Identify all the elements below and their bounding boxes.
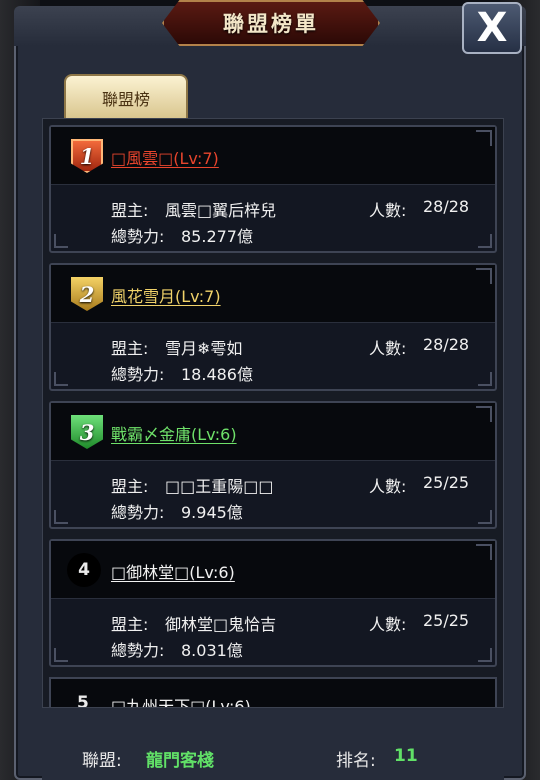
alliance-name[interactable]: 戰霸〆金庸(Lv:6): [111, 421, 237, 445]
leader-value: 御林堂□鬼恰吉: [165, 615, 277, 634]
tab-alliance-ranking[interactable]: 聯盟榜: [64, 74, 188, 122]
members-value: 25/25: [423, 473, 470, 492]
power-value: 18.486億: [181, 365, 253, 384]
my-alliance-label: 聯盟:: [82, 751, 122, 771]
corner-ornament: [54, 234, 68, 248]
leader-label: 盟主:: [111, 201, 149, 220]
members-value: 25/25: [423, 611, 470, 630]
ranking-card[interactable]: 4 □御林堂□(Lv:6) 盟主: 御林堂□鬼恰吉 人數: 25/25 總勢力:…: [49, 539, 497, 667]
leader-label: 盟主:: [111, 477, 149, 496]
power-value: 85.277億: [181, 227, 253, 246]
my-alliance-footer: 聯盟: 龍門客棧 排名: 11: [42, 722, 504, 780]
leader-value: □□王重陽□□: [165, 477, 274, 496]
close-button[interactable]: X: [462, 2, 522, 54]
ranking-card[interactable]: 1 □風雲□(Lv:7) 盟主: 風雲□翼后梓兒 人數: 28/28 總勢力: …: [49, 125, 497, 253]
power-label: 總勢力:: [111, 503, 165, 522]
corner-ornament: [478, 648, 492, 662]
ranking-card-partial[interactable]: 5 □九州天下□(Lv:6): [49, 677, 497, 708]
corner-ornament: [54, 648, 68, 662]
my-alliance-name: 龍門客棧: [146, 751, 214, 771]
leader-label: 盟主:: [111, 339, 149, 358]
alliance-name[interactable]: □御林堂□(Lv:6): [111, 559, 235, 583]
power-label: 總勢力:: [111, 641, 165, 660]
power-label: 總勢力:: [111, 365, 165, 384]
rank-number: 4: [67, 553, 101, 587]
tab-label: 聯盟榜: [101, 90, 150, 109]
alliance-name[interactable]: □風雲□(Lv:7): [111, 145, 219, 169]
corner-ornament: [54, 510, 68, 524]
leader-value: 雪月❄雩如: [165, 339, 243, 358]
title-plaque: 聯盟榜單: [162, 0, 380, 46]
alliance-name[interactable]: 風花雪月(Lv:7): [111, 283, 221, 307]
members-label: 人數:: [369, 339, 407, 358]
ranking-card[interactable]: 3 戰霸〆金庸(Lv:6) 盟主: □□王重陽□□ 人數: 25/25 總勢力:…: [49, 401, 497, 529]
alliance-name[interactable]: □九州天下□(Lv:6): [111, 693, 251, 707]
members-label: 人數:: [369, 477, 407, 496]
corner-ornament: [54, 372, 68, 386]
members-value: 28/28: [423, 335, 470, 354]
window-title: 聯盟榜單: [223, 11, 319, 36]
ranking-list[interactable]: 1 □風雲□(Lv:7) 盟主: 風雲□翼后梓兒 人數: 28/28 總勢力: …: [42, 118, 504, 708]
corner-ornament: [478, 372, 492, 386]
members-label: 人數:: [369, 615, 407, 634]
members-value: 28/28: [423, 197, 470, 216]
power-label: 總勢力:: [111, 227, 165, 246]
power-value: 9.945億: [181, 503, 243, 522]
corner-ornament: [478, 510, 492, 524]
my-rank-label: 排名:: [336, 751, 376, 771]
close-icon: X: [476, 5, 508, 51]
leader-label: 盟主:: [111, 615, 149, 634]
my-rank-value: 11: [394, 746, 418, 766]
leader-value: 風雲□翼后梓兒: [165, 201, 277, 220]
ranking-card[interactable]: 2 風花雪月(Lv:7) 盟主: 雪月❄雩如 人數: 28/28 總勢力: 18…: [49, 263, 497, 391]
rank-number: 5: [77, 693, 89, 708]
power-value: 8.031億: [181, 641, 243, 660]
members-label: 人數:: [369, 201, 407, 220]
corner-ornament: [478, 234, 492, 248]
